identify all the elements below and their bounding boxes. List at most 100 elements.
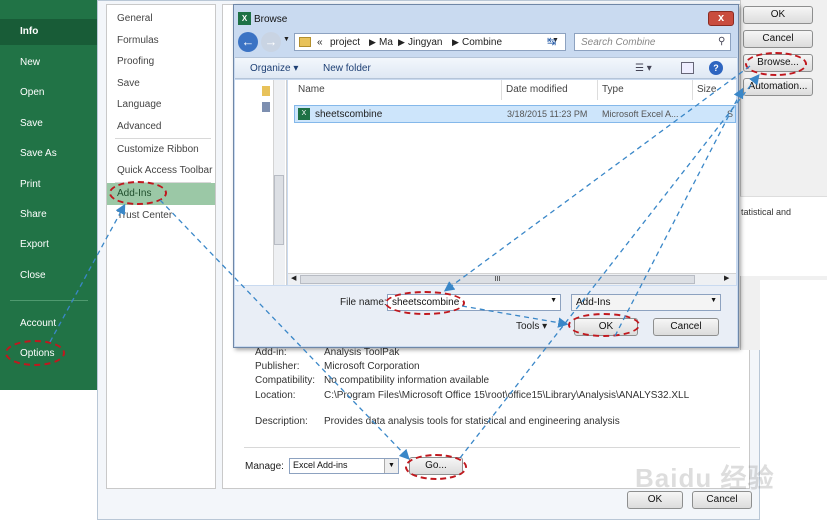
addins-description-snippet: tatistical and (741, 207, 792, 217)
path-separator-icon: ▶ (369, 37, 376, 47)
view-options-icon[interactable]: ☰ ▾ (635, 63, 652, 74)
path-segment[interactable]: project (330, 37, 360, 48)
chevron-down-icon[interactable]: ▼ (384, 459, 398, 473)
add-ins-highlight-ellipse (109, 181, 167, 205)
backstage-sidebar: Info New Open Save Save As Print Share E… (0, 0, 97, 390)
addins-automation-button[interactable]: Automation... (743, 78, 813, 96)
path-segment[interactable]: Combine (462, 37, 502, 48)
excel-file-icon: X (298, 108, 310, 120)
backstage-info[interactable]: Info (0, 19, 97, 45)
manage-label: Manage: (245, 461, 284, 472)
go-highlight-ellipse (405, 454, 467, 480)
chevron-down-icon[interactable]: ▼ (710, 297, 717, 304)
detail-value: Provides data analysis tools for statist… (324, 416, 620, 427)
detail-value: Analysis ToolPak (324, 347, 400, 358)
detail-label: Compatibility: (255, 375, 316, 386)
search-input[interactable]: Search Combine (574, 33, 731, 51)
path-separator-icon: ▶ (452, 37, 459, 47)
nav-general[interactable]: General (117, 13, 153, 24)
nav-language[interactable]: Language (117, 99, 162, 110)
column-header-name[interactable]: Name (298, 84, 325, 95)
refresh-icon[interactable]: ↹ (547, 35, 556, 48)
detail-value: No compatibility information available (324, 375, 490, 386)
backstage-save-as[interactable]: Save As (20, 148, 57, 159)
backstage-new[interactable]: New (20, 57, 40, 68)
organize-button[interactable]: Organize ▾ (250, 63, 298, 74)
column-header-size[interactable]: Size (697, 84, 716, 95)
new-folder-button[interactable]: New folder (323, 63, 371, 74)
path-separator-icon: ▶ (398, 37, 405, 47)
browse-dialog: X Browse x ← → ▼ « project ▶ Ma ▶ Jingya… (233, 4, 739, 348)
column-header-type[interactable]: Type (602, 84, 624, 95)
detail-value: Microsoft Corporation (324, 361, 420, 372)
baidu-watermark: Baidu 经验 (635, 463, 775, 493)
detail-label: Description: (255, 416, 308, 427)
nav-pane-scroll-thumb[interactable] (274, 175, 284, 245)
nav-formulas[interactable]: Formulas (117, 35, 159, 46)
detail-label: Location: (255, 390, 296, 401)
column-header-date[interactable]: Date modified (506, 84, 568, 95)
scroll-left-icon[interactable]: ◀ (291, 274, 296, 282)
file-size: S (727, 109, 734, 119)
browse-bottom-bar: File name: sheetscombine ▼ Add-Ins ▼ Too… (235, 286, 737, 346)
options-highlight-ellipse (5, 340, 65, 366)
nav-customize-ribbon[interactable]: Customize Ribbon (117, 144, 199, 155)
search-icon[interactable]: ⚲ (718, 36, 725, 47)
backstage-account[interactable]: Account (20, 318, 56, 329)
nav-proofing[interactable]: Proofing (117, 56, 154, 67)
path-segment[interactable]: Jingyan (408, 37, 442, 48)
history-dropdown-icon[interactable]: ▼ (283, 36, 290, 43)
nav-save[interactable]: Save (117, 78, 140, 89)
backstage-export[interactable]: Export (20, 239, 49, 250)
help-icon[interactable]: ? (709, 61, 723, 75)
back-arrow-icon[interactable]: ← (238, 32, 258, 52)
detail-label: Publisher: (255, 361, 300, 372)
filename-highlight-ellipse (385, 291, 465, 315)
navigation-pane[interactable] (235, 80, 287, 285)
scroll-right-icon[interactable]: ▶ (724, 274, 729, 282)
file-date: 3/18/2015 11:23 PM (507, 109, 588, 119)
backstage-print[interactable]: Print (20, 179, 41, 190)
nav-trust-center[interactable]: Trust Center (117, 210, 172, 221)
backstage-open[interactable]: Open (20, 87, 44, 98)
file-type-filter[interactable]: Add-Ins ▼ (571, 294, 721, 311)
nav-quick-access-toolbar[interactable]: Quick Access Toolbar (117, 165, 212, 176)
tools-button[interactable]: Tools ▾ (516, 321, 547, 332)
browse-toolbar: Organize ▾ New folder ☰ ▾ ? (235, 57, 737, 79)
column-divider (692, 80, 693, 100)
preview-pane-icon[interactable] (681, 62, 694, 74)
horizontal-scroll-thumb[interactable]: III (300, 275, 695, 284)
options-nav: General Formulas Proofing Save Language … (106, 4, 216, 489)
browse-cancel-button[interactable]: Cancel (653, 318, 719, 336)
browse-highlight-ellipse (745, 52, 807, 76)
horizontal-scrollbar[interactable]: ◀ III ▶ (288, 273, 736, 285)
path-segment[interactable]: Ma (379, 37, 393, 48)
file-type: Microsoft Excel A... (602, 109, 679, 119)
computer-icon (262, 102, 270, 112)
detail-value: C:\Program Files\Microsoft Office 15\roo… (324, 390, 690, 401)
addins-cancel-button[interactable]: Cancel (743, 30, 813, 48)
column-divider (597, 80, 598, 100)
detail-label: Add-in: (255, 347, 287, 358)
nav-separator (115, 138, 211, 139)
backstage-save[interactable]: Save (20, 118, 43, 129)
address-bar[interactable]: « project ▶ Ma ▶ Jingyan ▶ Combine ▼ (294, 33, 566, 51)
folder-icon (299, 37, 311, 47)
addins-ok-button[interactable]: OK (743, 6, 813, 24)
close-icon[interactable]: x (708, 11, 734, 26)
chevron-down-icon[interactable]: ▼ (550, 297, 557, 304)
ok-highlight-ellipse (568, 313, 640, 337)
browse-dialog-title: Browse (254, 14, 288, 25)
manage-select[interactable]: Excel Add-ins ▼ (289, 458, 399, 474)
file-name: sheetscombine (315, 109, 383, 120)
backstage-share[interactable]: Share (20, 209, 47, 220)
manage-select-value: Excel Add-ins (293, 460, 348, 470)
sheet-grid-fragment (760, 280, 827, 350)
backstage-close[interactable]: Close (20, 270, 46, 281)
forward-arrow-icon[interactable]: → (261, 32, 281, 52)
path-overflow[interactable]: « (317, 37, 323, 48)
file-type-filter-value: Add-Ins (576, 297, 611, 308)
folder-icon (262, 86, 270, 96)
nav-advanced[interactable]: Advanced (117, 121, 161, 132)
file-row[interactable]: X sheetscombine 3/18/2015 11:23 PM Micro… (294, 105, 736, 123)
